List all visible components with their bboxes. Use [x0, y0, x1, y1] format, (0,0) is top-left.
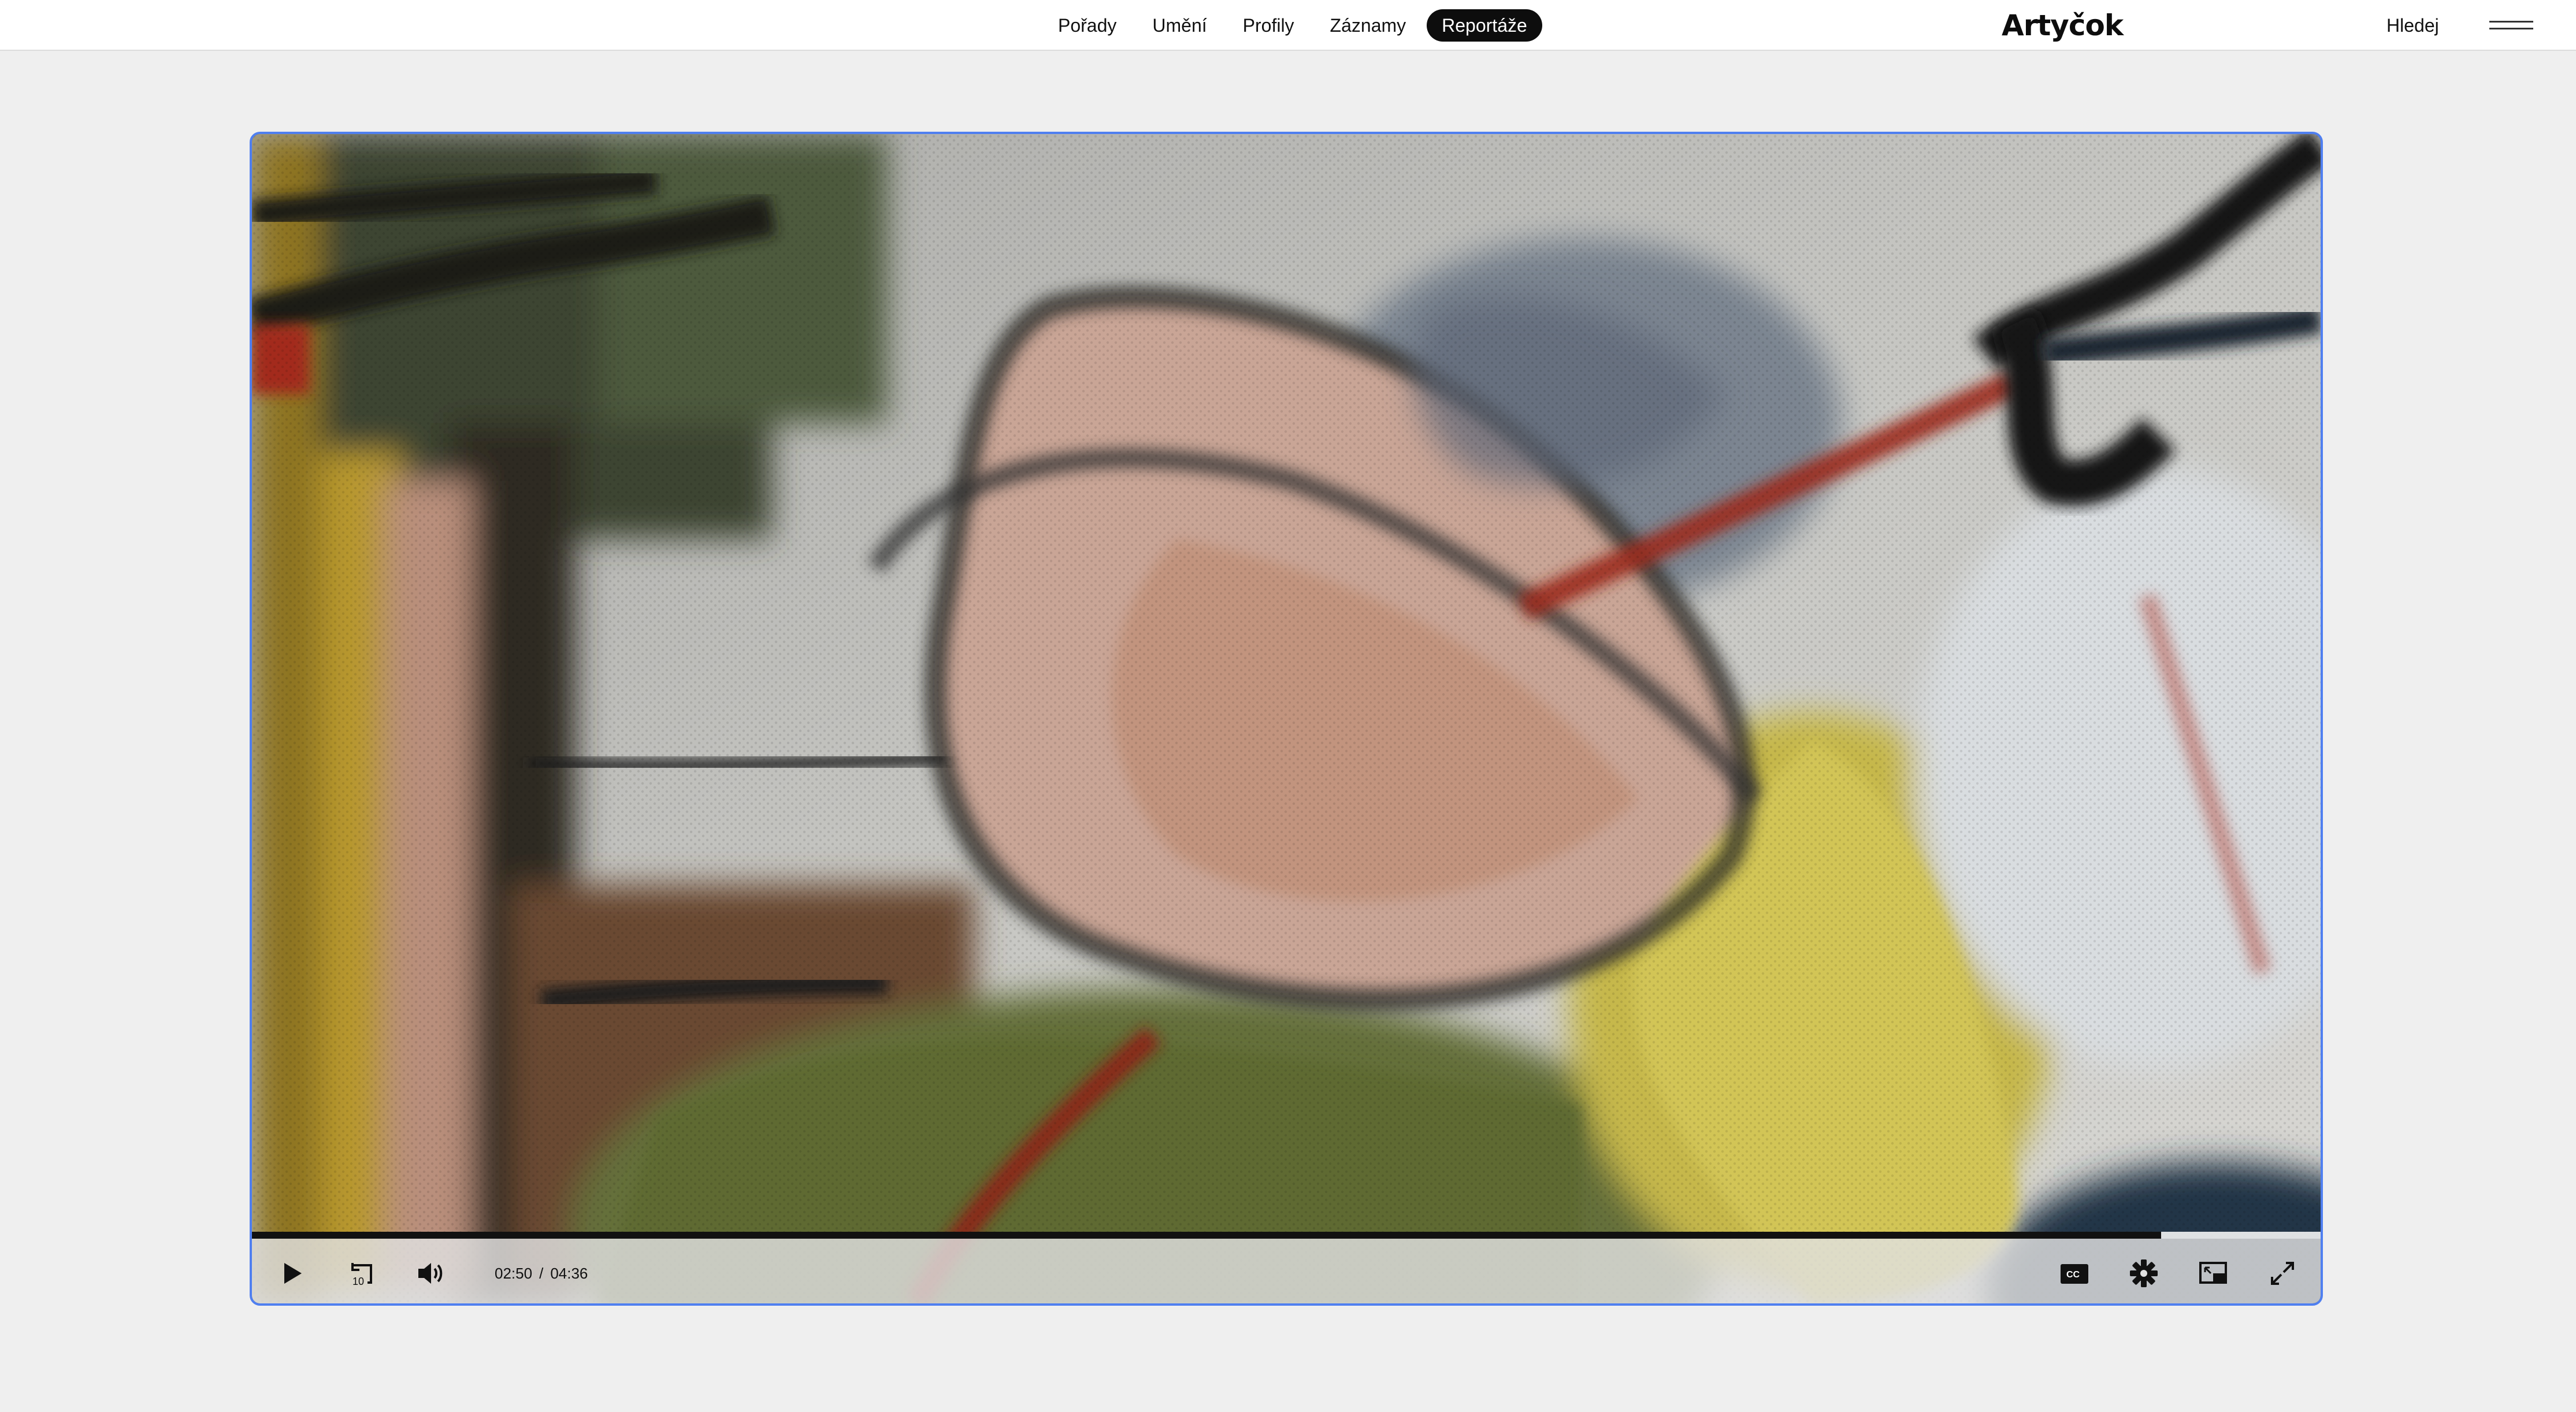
painting-frame-image	[252, 134, 2321, 1303]
progress-fill	[252, 1232, 2162, 1239]
fullscreen-icon[interactable]	[2266, 1257, 2299, 1290]
hamburger-icon[interactable]	[2489, 15, 2533, 36]
site-logo[interactable]: Artyčok	[2002, 8, 2124, 43]
svg-text:CC: CC	[2066, 1270, 2080, 1280]
nav-item-umění[interactable]: Umění	[1137, 9, 1222, 42]
site-header: Pořady Umění Profily Záznamy Reportáže Artyč…	[0, 0, 2576, 51]
volume-icon[interactable]	[414, 1257, 446, 1290]
nav-item-záznamy[interactable]: Záznamy	[1315, 9, 1421, 42]
nav-item-pořady[interactable]: Pořady	[1043, 9, 1131, 42]
nav-item-profily[interactable]: Profily	[1228, 9, 1309, 42]
current-time: 02:50	[495, 1265, 533, 1282]
time-separator: /	[539, 1265, 544, 1282]
player-controls: 10 02:50 / 04:36 CC	[252, 1239, 2321, 1303]
cc-icon[interactable]: CC	[2058, 1257, 2091, 1290]
gear-icon[interactable]	[2128, 1257, 2160, 1290]
time-display: 02:50 / 04:36	[495, 1259, 588, 1287]
video-frame[interactable]	[252, 134, 2321, 1303]
search-link[interactable]: Hledej	[2386, 9, 2439, 42]
nav-item-reportáže[interactable]: Reportáže	[1427, 9, 1542, 42]
rewind-10-icon[interactable]: 10	[344, 1257, 377, 1290]
main-nav: Pořady Umění Profily Záznamy Reportáže	[1043, 9, 1542, 42]
progress-bar[interactable]	[252, 1232, 2321, 1239]
duration: 04:36	[550, 1265, 588, 1282]
video-player[interactable]: 10 02:50 / 04:36 CC	[250, 132, 2323, 1306]
play-icon[interactable]	[275, 1257, 307, 1290]
picture-in-picture-icon[interactable]	[2197, 1257, 2229, 1290]
svg-text:10: 10	[352, 1276, 364, 1287]
